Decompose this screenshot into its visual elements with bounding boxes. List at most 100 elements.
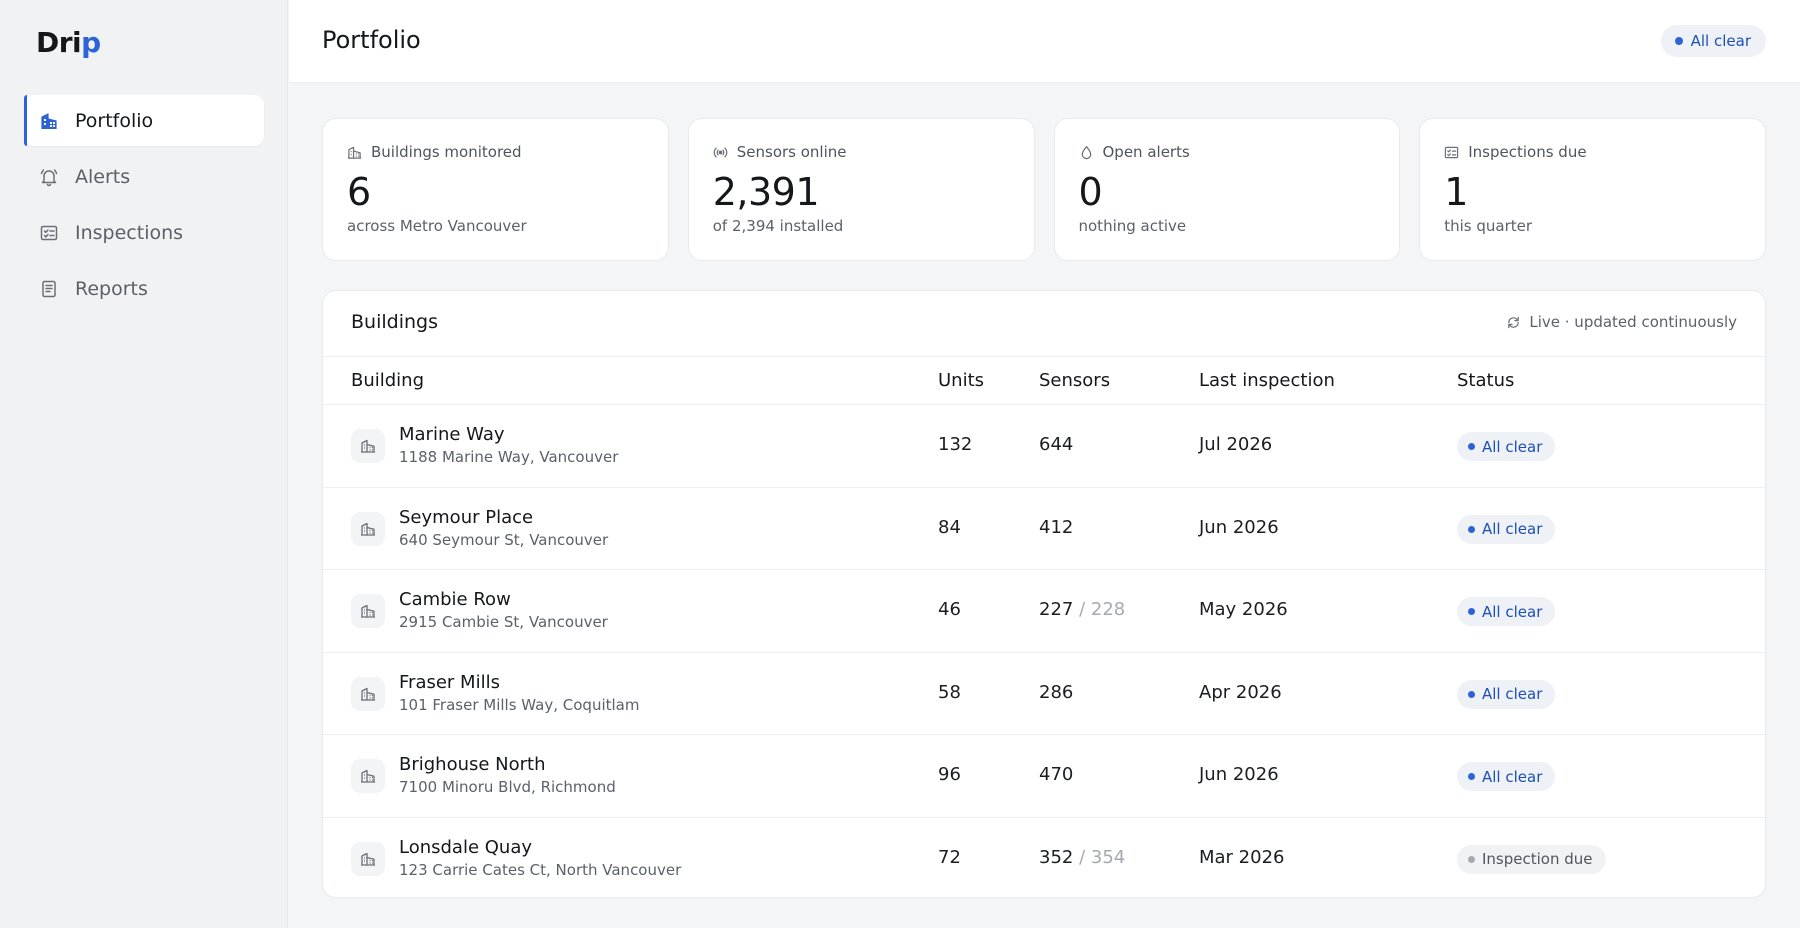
status-dot-icon [1468, 443, 1475, 450]
stat-card-alerts: Open alerts 0 nothing active [1053, 118, 1401, 261]
last-inspection-cell: Jun 2026 [1199, 764, 1279, 785]
sensors-total: / 228 [1079, 599, 1126, 620]
table-header: Building Units Sensors Last inspection S… [323, 357, 1765, 405]
app-logo[interactable]: Drip [36, 26, 101, 59]
building-name[interactable]: Marine Way [399, 424, 505, 445]
live-indicator: Live · updated continuously [1506, 313, 1737, 331]
sensors-total: / 354 [1079, 846, 1126, 868]
last-inspection-cell: Mar 2026 [1199, 846, 1285, 868]
refresh-icon [1506, 315, 1529, 330]
building-address: 101 Fraser Mills Way, Coquitlam [399, 695, 640, 714]
building-address: 1188 Marine Way, Vancouver [399, 448, 619, 466]
table-row[interactable]: Marine Way 1188 Marine Way, Vancouver 132 6… [323, 405, 1765, 488]
sensors-cell: 470 [1039, 764, 1073, 785]
top-header: Portfolio All clear [289, 0, 1800, 83]
panel-title: Buildings [351, 311, 438, 333]
sidebar: Drip Portfolio Alerts Inspections Report… [0, 0, 288, 928]
sensors-cell: 352 / 354 [1039, 847, 1125, 868]
building-icon [351, 511, 385, 546]
table-row[interactable]: Seymour Place 640 Seymour St, Vancouver 84… [323, 488, 1765, 570]
building-name[interactable]: Brighouse North [399, 754, 546, 775]
stat-subtext: this quarter [1444, 217, 1533, 235]
sidebar-item-inspections[interactable]: Inspections [24, 207, 264, 258]
buildings-panel: Buildings Live · updated continuously Bu… [322, 290, 1766, 898]
building-name[interactable]: Cambie Row [399, 589, 511, 610]
bell-icon [39, 167, 59, 187]
stat-value: 6 [347, 170, 371, 214]
building-name[interactable]: Fraser Mills [399, 672, 500, 693]
stat-label: Buildings monitored [371, 143, 522, 161]
column-header-sensors[interactable]: Sensors [1039, 370, 1110, 391]
sensors-online: 644 [1039, 434, 1074, 455]
building-icon [347, 145, 371, 160]
building-address: 123 Carrie Cates Ct, North Vancouver [399, 860, 682, 879]
document-icon [39, 279, 59, 299]
table-row[interactable]: Cambie Row 2915 Cambie St, Vancouver 46 227… [323, 570, 1765, 653]
last-inspection-cell: Apr 2026 [1199, 681, 1282, 703]
page-title: Portfolio [322, 26, 421, 54]
table-row[interactable]: Fraser Mills 101 Fraser Mills Way, Coquit… [323, 653, 1765, 735]
table-row[interactable]: Lonsdale Quay 123 Carrie Cates Ct, North … [323, 818, 1765, 898]
building-icon [351, 594, 385, 628]
status-badge[interactable]: Inspection due [1457, 844, 1606, 874]
status-label: All clear [1482, 437, 1543, 456]
sensors-online: 352 [1039, 846, 1074, 868]
stat-label: Open alerts [1102, 143, 1190, 161]
sidebar-item-label: Portfolio [75, 109, 154, 132]
building-address: 7100 Minoru Blvd, Richmond [399, 778, 616, 796]
status-label: All clear [1482, 685, 1543, 703]
stat-value: 2,391 [712, 170, 820, 214]
sidebar-item-alerts[interactable]: Alerts [24, 151, 264, 202]
building-name[interactable]: Seymour Place [399, 507, 533, 528]
building-name[interactable]: Lonsdale Quay [399, 837, 532, 858]
table-body: Marine Way 1188 Marine Way, Vancouver 132 6… [323, 405, 1765, 898]
building-icon [351, 676, 385, 711]
status-badge[interactable]: All clear [1457, 762, 1556, 791]
sensors-online: 470 [1039, 764, 1074, 785]
last-inspection-cell: Jun 2026 [1199, 516, 1279, 538]
status-badge[interactable]: All clear [1457, 597, 1556, 626]
last-inspection-cell: May 2026 [1199, 599, 1288, 620]
column-header-building[interactable]: Building [351, 370, 424, 391]
column-header-units[interactable]: Units [938, 370, 984, 391]
status-dot-icon [1468, 608, 1475, 615]
sensors-cell: 412 [1039, 517, 1073, 538]
status-dot-icon [1468, 525, 1475, 533]
stats-row: Buildings monitored 6 across Metro Vanco… [322, 118, 1766, 261]
sensors-online: 227 [1039, 599, 1074, 620]
sensors-cell: 286 [1039, 682, 1073, 703]
column-header-last-inspection[interactable]: Last inspection [1199, 370, 1335, 391]
status-dot-icon [1468, 855, 1475, 863]
sensors-online: 412 [1039, 516, 1074, 538]
last-inspection-cell: Jul 2026 [1199, 434, 1273, 455]
status-label: All clear [1482, 602, 1543, 621]
status-badge[interactable]: All clear [1660, 25, 1766, 57]
status-dot-icon [1468, 690, 1475, 698]
column-header-status[interactable]: Status [1457, 370, 1514, 391]
building-icon [39, 111, 59, 131]
sidebar-item-reports[interactable]: Reports [24, 263, 264, 314]
sidebar-item-label: Alerts [75, 165, 131, 188]
stat-subtext: across Metro Vancouver [347, 217, 527, 235]
stat-value: 0 [1078, 170, 1103, 214]
stat-subtext: nothing active [1078, 217, 1187, 235]
status-badge[interactable]: All clear [1457, 514, 1556, 544]
units-cell: 96 [938, 764, 961, 785]
status-badge[interactable]: All clear [1457, 679, 1556, 709]
stat-card-buildings: Buildings monitored 6 across Metro Vanco… [322, 118, 669, 261]
units-cell: 132 [938, 434, 973, 455]
signal-icon [713, 145, 737, 160]
status-label: All clear [1482, 767, 1543, 786]
table-row[interactable]: Brighouse North 7100 Minoru Blvd, Richmon… [323, 735, 1765, 818]
sidebar-item-portfolio[interactable]: Portfolio [24, 95, 264, 146]
status-label: All clear [1482, 520, 1543, 538]
sensors-online: 286 [1039, 681, 1074, 703]
building-address: 640 Seymour St, Vancouver [399, 530, 609, 549]
drop-icon [1079, 145, 1103, 160]
building-icon [351, 429, 385, 463]
status-badge[interactable]: All clear [1457, 432, 1556, 461]
building-icon [351, 759, 385, 793]
units-cell: 84 [938, 516, 961, 538]
sensors-cell: 227 / 228 [1039, 599, 1125, 620]
units-cell: 58 [938, 681, 961, 703]
